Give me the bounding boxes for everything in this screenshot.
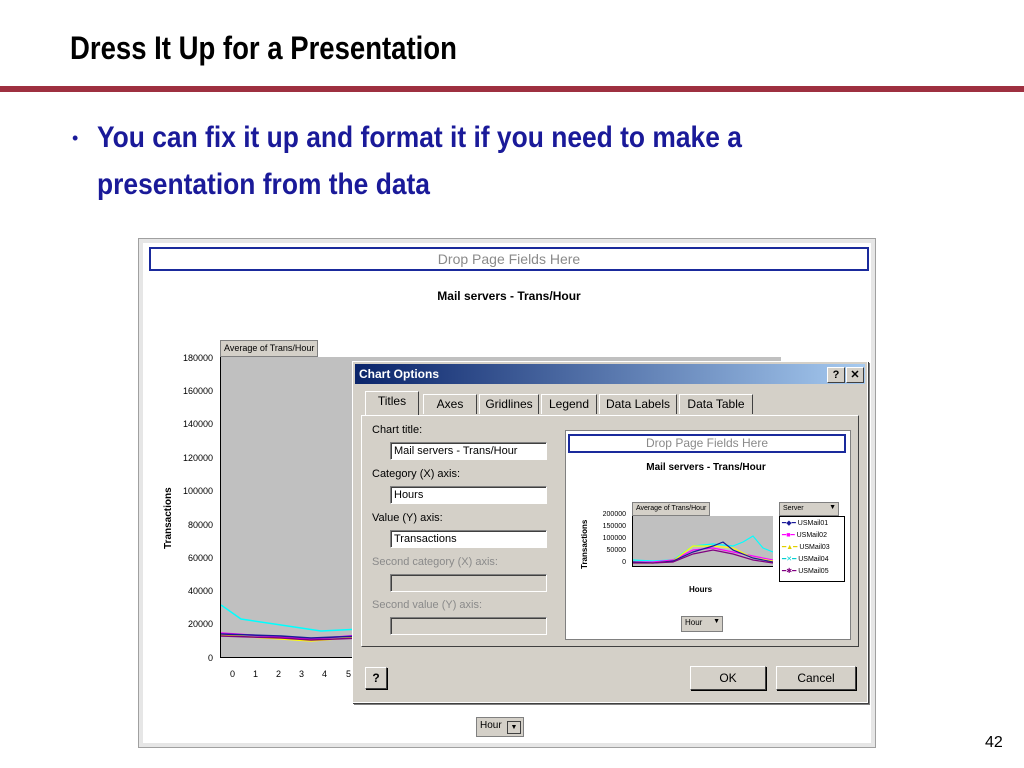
second-value-axis-label: Second value (Y) axis: bbox=[372, 599, 483, 611]
bullet-icon: • bbox=[72, 128, 79, 148]
legend-label: USMail05 bbox=[798, 568, 829, 575]
category-axis-label: Category (X) axis: bbox=[372, 468, 461, 480]
preview-y-tick: 150000 bbox=[602, 523, 626, 530]
preview-y-tick: 0 bbox=[622, 559, 626, 566]
dialog-title: Chart Options bbox=[359, 367, 439, 381]
drop-page-fields-zone[interactable]: Drop Page Fields Here bbox=[149, 247, 869, 271]
chart-options-dialog: Chart Options ? ✕ Titles Axes Gridlines … bbox=[352, 361, 868, 703]
legend-label: USMail04 bbox=[798, 556, 829, 563]
chart-title-label: Chart title: bbox=[372, 424, 423, 436]
y-tick-label: 140000 bbox=[182, 419, 213, 429]
x-tick-label: 1 bbox=[253, 669, 259, 679]
preview-y-tick: 100000 bbox=[602, 535, 626, 542]
dialog-titlebar[interactable]: Chart Options ? ✕ bbox=[355, 364, 865, 384]
preview-hour-field: Hour ▼ bbox=[681, 616, 723, 632]
legend-label: USMail01 bbox=[797, 520, 829, 527]
help-button[interactable]: ? bbox=[827, 367, 845, 383]
preview-chart-title: Mail servers - Trans/Hour bbox=[646, 462, 766, 473]
preview-hour-label: Hour bbox=[685, 618, 703, 627]
tab-gridlines[interactable]: Gridlines bbox=[479, 394, 539, 414]
close-button[interactable]: ✕ bbox=[846, 367, 864, 383]
x-tick-label: 5 bbox=[346, 669, 352, 679]
y-tick-label: 20000 bbox=[187, 619, 213, 629]
series-line-cyan bbox=[220, 604, 362, 632]
y-tick-label: 60000 bbox=[187, 553, 213, 563]
second-category-axis-input bbox=[390, 574, 547, 592]
ok-button[interactable]: OK bbox=[690, 666, 766, 690]
legend-label: USMail02 bbox=[796, 532, 827, 539]
value-axis-input[interactable] bbox=[390, 530, 547, 548]
legend-swatch: ━✕━ bbox=[782, 556, 797, 563]
help-icon-button[interactable]: ? bbox=[365, 667, 387, 689]
legend-item: ━✕━ USMail04 bbox=[782, 555, 829, 563]
hour-field-dropdown[interactable]: Hour ▼ bbox=[476, 717, 524, 737]
y-tick-label: 120000 bbox=[182, 453, 213, 463]
x-tick-label: 0 bbox=[230, 669, 236, 679]
y-axis-title: Transactions bbox=[163, 487, 174, 549]
tab-data-labels[interactable]: Data Labels bbox=[599, 394, 677, 414]
page-number: 42 bbox=[985, 734, 1003, 751]
tab-legend[interactable]: Legend bbox=[541, 394, 597, 414]
tab-data-table[interactable]: Data Table bbox=[679, 394, 753, 414]
y-tick-label: 160000 bbox=[182, 386, 213, 396]
preview-drop-page-fields: Drop Page Fields Here bbox=[568, 434, 846, 453]
preview-data-field-button: Average of Trans/Hour bbox=[632, 502, 711, 516]
legend-swatch: ━■━ bbox=[782, 532, 795, 539]
chart-title[interactable]: Mail servers - Trans/Hour bbox=[409, 289, 609, 303]
second-category-axis-label: Second category (X) axis: bbox=[372, 556, 498, 568]
legend-item: ━■━ USMail02 bbox=[782, 531, 827, 539]
preview-y-tick: 200000 bbox=[602, 511, 626, 518]
legend-item: ━▲━ USMail03 bbox=[782, 543, 830, 551]
legend-swatch: ━▲━ bbox=[782, 544, 798, 551]
tab-axes[interactable]: Axes bbox=[423, 394, 477, 414]
second-value-axis-input bbox=[390, 617, 547, 635]
preview-y-tick: 50000 bbox=[606, 547, 626, 554]
hour-field-label: Hour bbox=[480, 720, 502, 731]
legend-swatch: ━◆━ bbox=[782, 520, 796, 527]
y-tick-label: 100000 bbox=[182, 486, 213, 496]
legend-swatch: ━✱━ bbox=[782, 568, 797, 575]
bullet-text: You can fix it up and format it if you n… bbox=[97, 121, 742, 201]
y-tick-label: 80000 bbox=[187, 520, 213, 530]
chart-title-input[interactable] bbox=[390, 442, 547, 460]
chevron-down-icon[interactable]: ▼ bbox=[507, 721, 521, 734]
preview-server-field: Server ▼ bbox=[779, 502, 839, 516]
x-tick-label: 3 bbox=[299, 669, 305, 679]
x-tick-label: 4 bbox=[322, 669, 328, 679]
chevron-down-icon: ▼ bbox=[713, 618, 720, 625]
preview-chart-lines bbox=[632, 535, 774, 564]
legend-item: ━◆━ USMail01 bbox=[782, 519, 828, 527]
data-field-button[interactable]: Average of Trans/Hour bbox=[220, 340, 319, 357]
chart-preview: Drop Page Fields Here Mail servers - Tra… bbox=[565, 430, 851, 640]
x-tick-label: 2 bbox=[276, 669, 282, 679]
preview-x-axis-title: Hours bbox=[689, 585, 713, 594]
cancel-button[interactable]: Cancel bbox=[776, 666, 856, 690]
legend-label: USMail03 bbox=[799, 544, 830, 551]
y-tick-label: 40000 bbox=[187, 586, 213, 596]
preview-plot-area bbox=[632, 516, 774, 567]
chevron-down-icon: ▼ bbox=[829, 504, 836, 511]
title-divider bbox=[0, 86, 1024, 92]
y-tick-label: 180000 bbox=[182, 353, 213, 363]
preview-legend: ━◆━ USMail01 ━■━ USMail02 ━▲━ USMail03 ━… bbox=[779, 516, 845, 582]
y-tick-label: 0 bbox=[207, 653, 213, 663]
value-axis-label: Value (Y) axis: bbox=[372, 512, 443, 524]
preview-y-axis-title: Transactions bbox=[580, 519, 589, 569]
preview-server-label: Server bbox=[783, 505, 804, 512]
legend-item: ━✱━ USMail05 bbox=[782, 567, 829, 575]
category-axis-input[interactable] bbox=[390, 486, 547, 504]
slide-title: Dress It Up for a Presentation bbox=[70, 30, 457, 66]
tab-titles[interactable]: Titles bbox=[365, 391, 419, 415]
